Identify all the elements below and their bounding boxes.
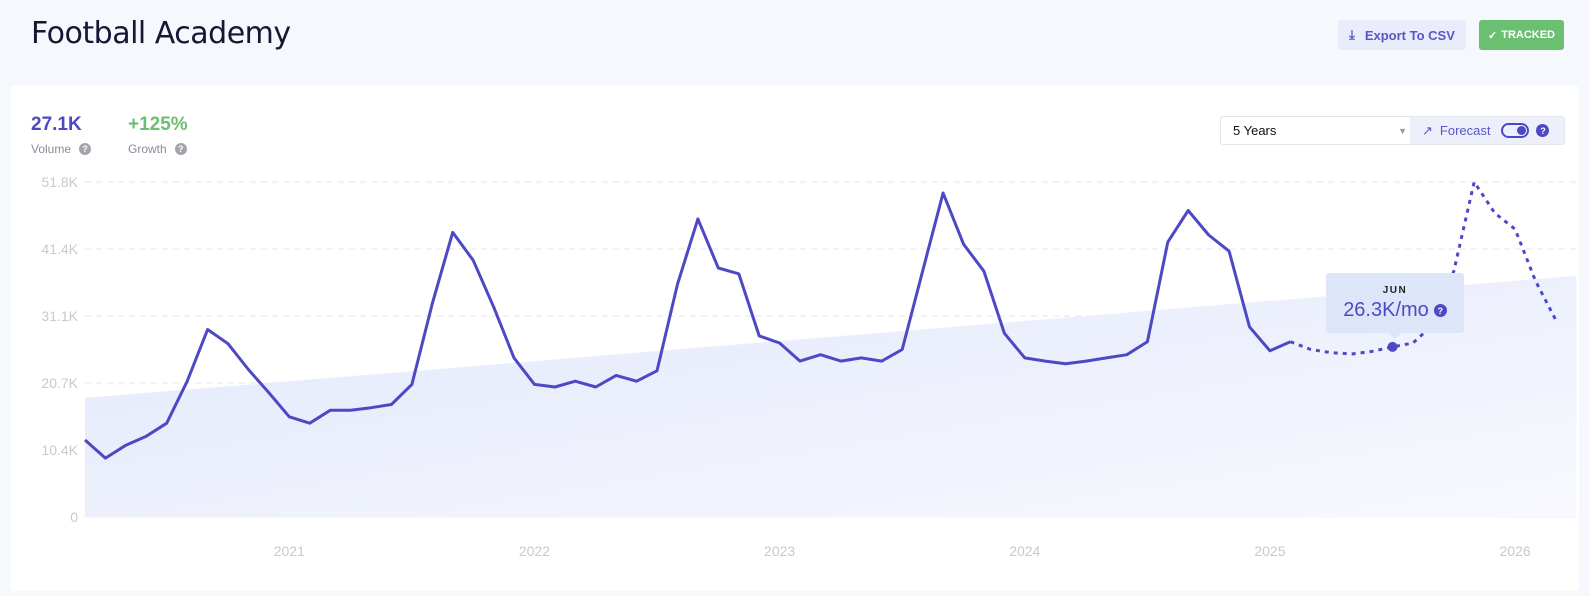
- tooltip-month: JUN: [1382, 285, 1408, 296]
- x-tick-label: 2023: [764, 543, 795, 559]
- tooltip: JUN 26.3K/mo?: [1326, 273, 1464, 339]
- tooltip-value: 26.3K/mo: [1343, 299, 1429, 321]
- x-tick-label: 2024: [1009, 543, 1040, 559]
- y-tick-label: 20.7K: [41, 375, 78, 391]
- x-tick-label: 2025: [1254, 543, 1285, 559]
- y-tick-label: 51.8K: [41, 174, 78, 190]
- x-tick-label: 2021: [274, 543, 305, 559]
- x-tick-label: 2022: [519, 543, 550, 559]
- x-tick-label: 2026: [1500, 543, 1531, 559]
- y-tick-label: 10.4K: [41, 442, 78, 458]
- tooltip-help-icon[interactable]: ?: [1433, 304, 1447, 317]
- y-tick-label: 0: [70, 509, 78, 525]
- highlight-point: [1387, 341, 1398, 352]
- y-tick-label: 41.4K: [41, 241, 78, 257]
- y-tick-label: 31.1K: [41, 308, 78, 324]
